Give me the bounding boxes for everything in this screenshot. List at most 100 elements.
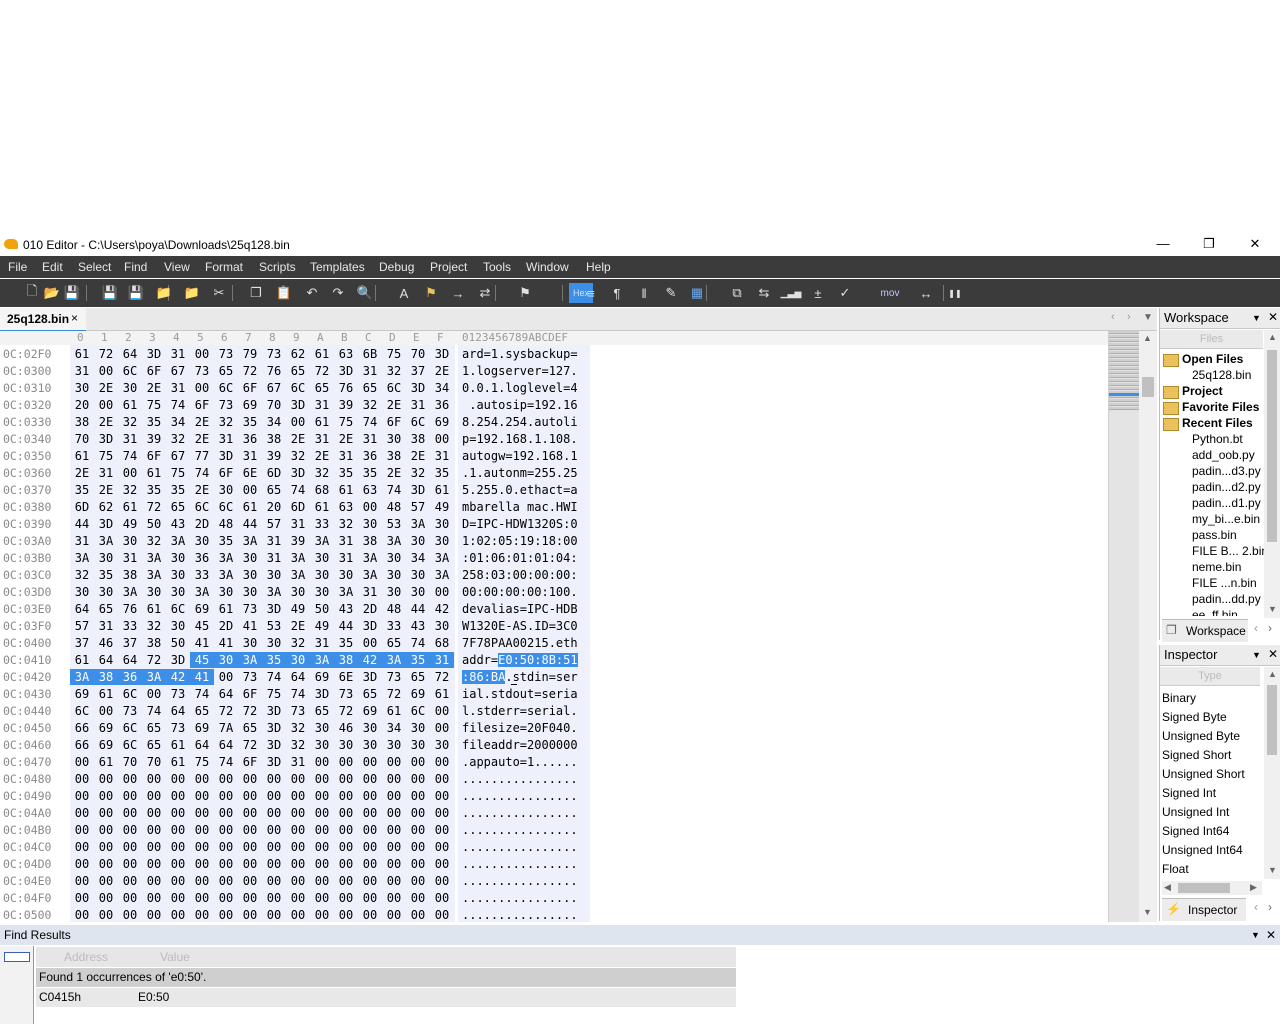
- hex-byte[interactable]: 31: [310, 431, 334, 447]
- hex-byte[interactable]: 49: [286, 601, 310, 617]
- ascii-text[interactable]: 258:03:00:00:00:: [462, 567, 578, 583]
- hex-editor-view[interactable]: 0C:02F0 61 72 64 3D 31 00 73 79 73 62 61 63 6B 75 70 3D a…: [0, 345, 1108, 922]
- hex-row[interactable]: 0C:0470 00 61 70 70 61 75 74 6F 3D 31 00 00 00 00 00 00.…: [0, 753, 1108, 770]
- hex-byte[interactable]: 73: [166, 720, 190, 736]
- hex-byte[interactable]: 2E: [382, 465, 406, 481]
- hex-row[interactable]: 0C:0370 35 2E 32 35 35 2E 30 00 65 74 68 61 63 74 3D 61 5…: [0, 481, 1108, 498]
- hex-byte[interactable]: 76: [334, 380, 358, 396]
- inspector-type-unsigned-short[interactable]: Unsigned Short: [1162, 767, 1245, 781]
- inspector-type-signed-int[interactable]: Signed Int: [1162, 786, 1216, 800]
- hex-vertical-scrollbar[interactable]: ▲ ▼: [1139, 331, 1157, 922]
- hex-row[interactable]: 0C:0450 66 69 6C 65 73 69 7A 65 3D 32 30 46 30 34 30 00 f…: [0, 719, 1108, 736]
- hex-byte[interactable]: 00: [334, 907, 358, 922]
- hex-byte[interactable]: 00: [238, 839, 262, 855]
- ascii-text[interactable]: mbarella mac.HWI: [462, 499, 578, 515]
- hex-byte[interactable]: 2E: [94, 414, 118, 430]
- hex-byte[interactable]: 00: [118, 805, 142, 821]
- workspace-item[interactable]: neme.bin: [1192, 560, 1241, 574]
- hex-byte[interactable]: 30: [94, 584, 118, 600]
- hex-byte[interactable]: 64: [118, 346, 142, 362]
- hex-byte[interactable]: 31: [70, 533, 94, 549]
- hex-byte[interactable]: 74: [262, 669, 286, 685]
- hex-byte[interactable]: 44: [238, 516, 262, 532]
- hex-byte[interactable]: 43: [166, 516, 190, 532]
- hex-byte[interactable]: 3A: [166, 533, 190, 549]
- hex-byte[interactable]: 3A: [358, 567, 382, 583]
- inspector-type-float[interactable]: Float: [1162, 862, 1189, 876]
- hex-byte[interactable]: 6F: [214, 465, 238, 481]
- hex-row[interactable]: 0C:04B0 00 00 00 00 00 00 00 00 00 00 00 00 00 00 00 00.…: [0, 821, 1108, 838]
- hex-byte[interactable]: 30: [310, 584, 334, 600]
- hex-byte[interactable]: 00: [142, 686, 166, 702]
- hex-byte[interactable]: 65: [382, 635, 406, 651]
- hex-byte[interactable]: 32: [286, 448, 310, 464]
- hex-byte[interactable]: 50: [310, 601, 334, 617]
- hex-byte[interactable]: 35: [142, 482, 166, 498]
- hex-byte[interactable]: 00: [166, 805, 190, 821]
- ascii-text[interactable]: 5.255.0.ethact=a: [462, 482, 578, 498]
- ascii-text[interactable]: W1320E-AS.ID=3C0: [462, 618, 578, 634]
- insp-scroll-down-icon[interactable]: ▼: [1268, 865, 1277, 875]
- copy-icon[interactable]: ❐: [246, 283, 266, 303]
- compare-icon[interactable]: ⇄: [475, 283, 495, 303]
- hex-byte[interactable]: 2E: [382, 397, 406, 413]
- hex-byte[interactable]: 2E: [70, 465, 94, 481]
- hex-byte[interactable]: 38: [70, 414, 94, 430]
- paste-icon[interactable]: 📋: [274, 283, 294, 303]
- hex-byte[interactable]: 00: [238, 805, 262, 821]
- hex-byte[interactable]: 75: [166, 465, 190, 481]
- hex-byte[interactable]: 31: [334, 533, 358, 549]
- hex-byte[interactable]: 00: [310, 788, 334, 804]
- hex-byte[interactable]: 3A: [142, 567, 166, 583]
- inspector-tab-prev-icon[interactable]: ‹: [1254, 900, 1258, 914]
- hex-byte[interactable]: 57: [406, 499, 430, 515]
- hex-byte[interactable]: 35: [94, 567, 118, 583]
- hex-byte[interactable]: 33: [310, 516, 334, 532]
- hex-byte[interactable]: 64: [214, 686, 238, 702]
- hex-byte[interactable]: 00: [190, 822, 214, 838]
- hex-byte[interactable]: 00: [334, 754, 358, 770]
- hex-byte[interactable]: 00: [262, 788, 286, 804]
- hex-byte[interactable]: 72: [430, 669, 454, 685]
- hex-byte[interactable]: 3A: [70, 669, 94, 685]
- hex-byte[interactable]: 00: [310, 839, 334, 855]
- menu-debug[interactable]: Debug: [379, 260, 414, 274]
- hex-byte[interactable]: 00: [286, 771, 310, 787]
- hex-byte[interactable]: 00: [238, 822, 262, 838]
- hex-byte[interactable]: 3D: [166, 652, 190, 668]
- hex-byte[interactable]: 00: [382, 805, 406, 821]
- hex-byte[interactable]: 00: [70, 754, 94, 770]
- hex-byte[interactable]: 30: [118, 380, 142, 396]
- hex-byte[interactable]: 00: [190, 839, 214, 855]
- hex-byte[interactable]: 00: [190, 788, 214, 804]
- menu-help[interactable]: Help: [586, 260, 611, 274]
- hex-byte[interactable]: 00: [262, 856, 286, 872]
- hex-byte[interactable]: 00: [70, 873, 94, 889]
- hex-byte[interactable]: 45: [190, 618, 214, 634]
- hex-byte[interactable]: 38: [358, 533, 382, 549]
- hex-byte[interactable]: 00: [94, 839, 118, 855]
- hex-byte[interactable]: 00: [310, 771, 334, 787]
- workspace-item[interactable]: Python.bt: [1192, 432, 1243, 446]
- hex-row[interactable]: 0C:02F0 61 72 64 3D 31 00 73 79 73 62 61 63 6B 75 70 3D a…: [0, 345, 1108, 362]
- hex-byte[interactable]: 30: [310, 567, 334, 583]
- hex-byte[interactable]: 32: [118, 414, 142, 430]
- hex-byte[interactable]: 31: [94, 618, 118, 634]
- hex-byte[interactable]: 31: [94, 465, 118, 481]
- hex-byte[interactable]: 74: [358, 414, 382, 430]
- tab-scroll-left-icon[interactable]: ‹: [1111, 311, 1115, 323]
- redo-icon[interactable]: ↷: [328, 283, 348, 303]
- hex-byte[interactable]: 31: [118, 550, 142, 566]
- hex-byte[interactable]: 35: [70, 482, 94, 498]
- hex-byte[interactable]: 3A: [142, 669, 166, 685]
- hex-byte[interactable]: 30: [166, 584, 190, 600]
- hex-byte[interactable]: 74: [190, 465, 214, 481]
- save-all-icon[interactable]: 💾: [126, 283, 146, 303]
- hex-byte[interactable]: 00: [94, 907, 118, 922]
- hex-byte[interactable]: 61: [118, 397, 142, 413]
- hex-byte[interactable]: 00: [166, 771, 190, 787]
- columns-icon[interactable]: ‖: [634, 283, 654, 303]
- hex-byte[interactable]: 48: [382, 499, 406, 515]
- hex-byte[interactable]: 00: [262, 890, 286, 906]
- hex-byte[interactable]: 70: [70, 431, 94, 447]
